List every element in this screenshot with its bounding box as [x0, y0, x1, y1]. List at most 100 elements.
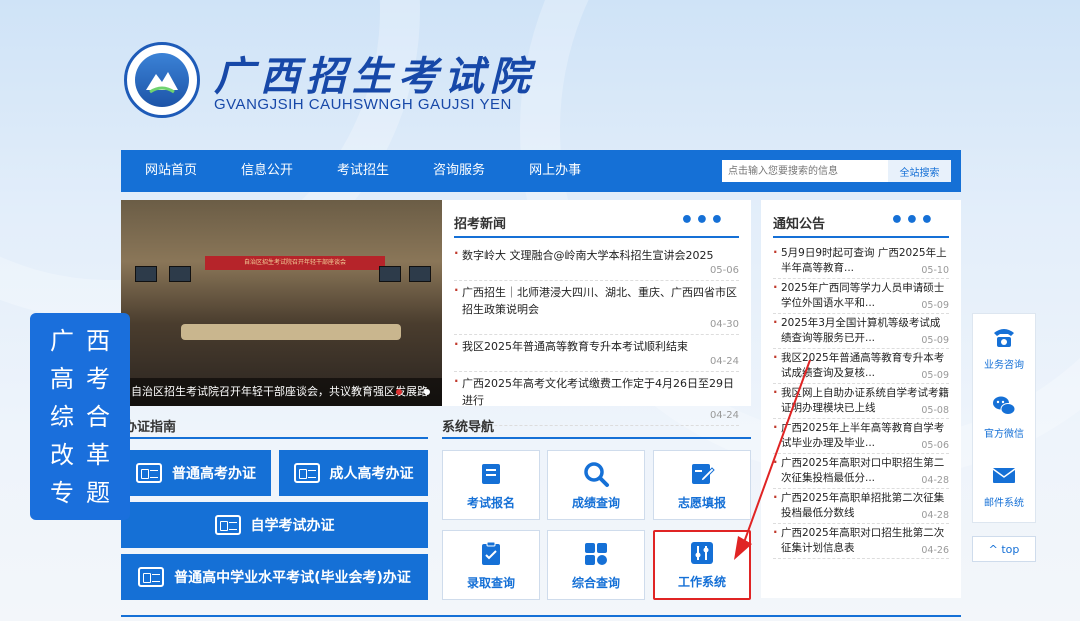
button-label: 成人高考办证	[329, 466, 414, 482]
float-label: 业务咨询	[984, 360, 1024, 371]
mail-system-link[interactable]: 邮件系统	[973, 452, 1035, 521]
slide-indicator[interactable]	[424, 389, 430, 395]
academic-test-cert-button[interactable]: 普通高中学业水平考试(毕业会考)办证	[121, 554, 428, 600]
admission-query-tile[interactable]: 录取查询	[442, 530, 540, 600]
list-item[interactable]: 数字岭大 文理融合@岭南大学本科招生宣讲会2025 05-06	[454, 244, 739, 281]
float-label: 邮件系统	[984, 498, 1024, 509]
notice-panel: 通知公告 ••• 5月9日9时起可查询 广西2025年上半年高等教育...05-…	[761, 200, 961, 598]
list-item[interactable]: 广西2025年高职对口招生批第二次征集计划信息表04-26	[773, 524, 949, 559]
news-title: 招考新闻	[454, 217, 507, 232]
news-list: 数字岭大 文理融合@岭南大学本科招生宣讲会2025 05-06 广西招生｜北师港…	[454, 244, 739, 426]
volunteer-filling-tile[interactable]: 志愿填报	[653, 450, 751, 520]
edit-form-icon	[692, 464, 715, 484]
banner-char: 综	[50, 403, 74, 431]
banner-char: 西	[86, 327, 110, 355]
work-system-tile[interactable]: 工作系统	[653, 530, 751, 600]
official-wechat-link[interactable]: 官方微信	[973, 383, 1035, 452]
score-query-tile[interactable]: 成绩查询	[547, 450, 645, 520]
tile-label: 录取查询	[466, 576, 515, 590]
list-item[interactable]: 广西2025年上半年高等教育自学考试毕业办理及毕业...05-06	[773, 419, 949, 454]
news-item-date: 04-24	[709, 356, 739, 367]
self-study-cert-button[interactable]: 自学考试办证	[121, 502, 428, 548]
id-card-icon	[136, 463, 162, 483]
banner-char: 考	[86, 365, 110, 393]
list-item[interactable]: 广西招生｜北师港浸大四川、湖北、重庆、广西四省市区招生政策说明会 04-30	[454, 281, 739, 335]
slide-caption[interactable]: 自治区招生考试院召开年轻干部座谈会，共议教育强区发展路	[121, 378, 442, 406]
list-item[interactable]: 2025年广西同等学力人员申请硕士学位外国语水平和...05-09	[773, 279, 949, 314]
news-item-text[interactable]: 我区2025年普通高等教育专升本考试顺利结束	[462, 338, 739, 355]
list-item[interactable]: 广西2025年高职对口中职招生第二次征集投档最低分...04-28	[773, 454, 949, 489]
notice-list: 5月9日9时起可查询 广西2025年上半年高等教育...05-10 2025年广…	[773, 244, 949, 559]
search-icon	[584, 462, 609, 487]
banner-char: 合	[86, 403, 110, 431]
bottom-divider	[121, 615, 961, 617]
gaokao-cert-button[interactable]: 普通高考办证	[121, 450, 271, 496]
news-slideshow[interactable]: 自治区招生考试院召开年轻干部座谈会 自治区招生考试院召开年轻干部座谈会，共议教育…	[121, 200, 442, 406]
banner-char: 高	[50, 365, 74, 393]
list-item[interactable]: 我区网上自助办证系统自学考试考籍证明办理模块已上线05-08	[773, 384, 949, 419]
guide-divider	[121, 437, 428, 439]
adult-exam-cert-button[interactable]: 成人高考办证	[279, 450, 428, 496]
sliders-icon	[691, 542, 713, 564]
search-input[interactable]	[722, 160, 888, 182]
checklist-icon	[482, 541, 500, 565]
notice-header: 通知公告 •••	[773, 200, 949, 238]
nav-online-service[interactable]: 网上办事	[507, 150, 603, 192]
news-item-date: 04-30	[709, 319, 739, 330]
exam-registration-tile[interactable]: 考试报名	[442, 450, 540, 520]
site-title: 广西招生考试院	[214, 53, 536, 100]
list-item[interactable]: 5月9日9时起可查询 广西2025年上半年高等教育...05-10	[773, 244, 949, 279]
site-subtitle: GVANGJSIH CAUHSWNGH GAUJSI YEN	[214, 96, 512, 113]
tile-label: 工作系统	[677, 575, 726, 589]
slide-indicator-active[interactable]	[396, 389, 402, 395]
banner-char: 专	[50, 479, 74, 507]
mail-icon	[992, 468, 1016, 483]
business-consult-link[interactable]: 业务咨询	[973, 314, 1035, 383]
news-item-date: 04-24	[709, 410, 739, 421]
search-button[interactable]: 全站搜索	[888, 160, 951, 182]
tile-label: 志愿填报	[677, 496, 726, 510]
clipboard-icon	[482, 464, 500, 484]
news-header: 招考新闻 •••	[454, 200, 739, 238]
notice-more-button[interactable]: •••	[890, 208, 935, 233]
list-item[interactable]: 我区2025年普通高等教育专升本考试成绩查询及复核...05-09	[773, 349, 949, 384]
gaokao-reform-banner[interactable]: 广 西 高 考 综 合 改 革 专 题	[30, 313, 130, 520]
list-item[interactable]: 广西2025年高职单招批第二次征集投档最低分数线04-28	[773, 489, 949, 524]
id-card-icon	[214, 515, 241, 535]
id-card-icon	[293, 463, 320, 483]
meeting-table	[181, 324, 401, 340]
nav-info-public[interactable]: 信息公开	[219, 150, 315, 192]
screen-decor	[169, 266, 191, 282]
floating-toolbar: 业务咨询 官方微信 邮件系统	[972, 313, 1036, 523]
list-item[interactable]: 广西2025年高考文化考试缴费工作定于4月26日至29日进行 04-24	[454, 372, 739, 426]
nav-consult[interactable]: 咨询服务	[411, 150, 507, 192]
banner-char: 广	[50, 327, 74, 355]
tile-label: 成绩查询	[571, 496, 620, 510]
nav-exam-enroll[interactable]: 考试招生	[315, 150, 411, 192]
nav-home[interactable]: 网站首页	[121, 150, 219, 192]
wechat-icon	[993, 396, 1016, 415]
button-label: 普通高中学业水平考试(毕业会考)办证	[174, 570, 411, 586]
button-label: 普通高考办证	[172, 466, 256, 482]
banner-char: 题	[86, 479, 110, 507]
news-item-text[interactable]: 数字岭大 文理融合@岭南大学本科招生宣讲会2025	[462, 247, 739, 264]
screen-decor	[135, 266, 157, 282]
list-item[interactable]: 我区2025年普通高等教育专升本考试顺利结束 04-24	[454, 335, 739, 372]
news-item-text[interactable]: 广西招生｜北师港浸大四川、湖北、重庆、广西四省市区招生政策说明会	[462, 284, 739, 318]
id-card-icon	[138, 567, 165, 587]
guide-title: 办证指南	[124, 420, 177, 435]
news-item-text[interactable]: 广西2025年高考文化考试缴费工作定于4月26日至29日进行	[462, 375, 739, 409]
comprehensive-query-tile[interactable]: 综合查询	[547, 530, 645, 600]
system-title: 系统导航	[442, 420, 495, 435]
news-more-button[interactable]: •••	[680, 208, 725, 233]
tile-label: 综合查询	[571, 576, 620, 590]
grid-icon	[585, 543, 607, 565]
meeting-banner: 自治区招生考试院召开年轻干部座谈会	[205, 256, 385, 270]
tile-label: 考试报名	[466, 496, 515, 510]
back-to-top-button[interactable]: ^ top	[972, 536, 1036, 562]
site-logo[interactable]	[124, 42, 200, 118]
list-item[interactable]: 2025年3月全国计算机等级考试成绩查询等服务已开...05-09	[773, 314, 949, 349]
system-divider	[442, 437, 751, 439]
news-panel: 招考新闻 ••• 数字岭大 文理融合@岭南大学本科招生宣讲会2025 05-06…	[442, 200, 751, 426]
button-label: 自学考试办证	[250, 518, 335, 534]
